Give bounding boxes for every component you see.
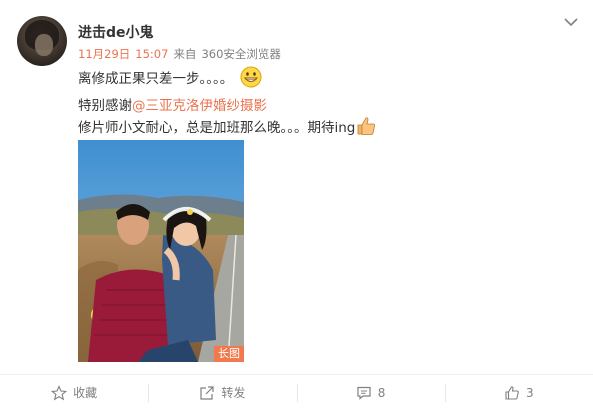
wedding-photo-image [78, 140, 244, 362]
thumbs-up-emoji-icon [357, 117, 376, 135]
comment-icon [357, 386, 371, 400]
post-date[interactable]: 11月29日 [78, 47, 130, 61]
post-text: 离修成正果只差一步。。。。 [78, 71, 234, 87]
weibo-post-card: 进击de小鬼 11月29日 15:07 来自 360安全浏览器 离修成正果只差一步。。… [0, 0, 593, 410]
comment-button[interactable]: 8 [296, 375, 445, 410]
post-text-line-2: 特别感谢@三亚克洛伊婚纱摄影 [78, 94, 267, 114]
post-text: 修片师小文耐心，总是加班那么晚。。。期待ing [78, 120, 356, 136]
repost-button[interactable]: 转发 [148, 375, 296, 410]
grin-emoji-icon [240, 66, 262, 88]
post-text: 特别感谢 [78, 98, 132, 114]
like-count: 3 [526, 385, 534, 400]
long-image-badge: 长图 [214, 346, 244, 362]
collect-label: 收藏 [73, 386, 98, 400]
repost-label: 转发 [221, 386, 246, 400]
post-time[interactable]: 15:07 [135, 47, 168, 61]
post-source: 360安全浏览器 [201, 47, 281, 61]
source-prefix: 来自 [173, 47, 197, 61]
collect-button[interactable]: 收藏 [0, 375, 148, 410]
chevron-down-icon[interactable] [562, 15, 580, 29]
repost-icon [200, 385, 214, 400]
username[interactable]: 进击de小鬼 [78, 22, 154, 42]
comment-count: 8 [377, 385, 386, 400]
post-text-line-1: 离修成正果只差一步。。。。 [78, 66, 262, 90]
post-photo[interactable]: 长图 [78, 140, 244, 362]
avatar[interactable] [17, 16, 67, 66]
post-meta: 11月29日 15:07 来自 360安全浏览器 [78, 46, 281, 62]
post-text-line-3: 修片师小文耐心，总是加班那么晚。。。期待ing [78, 116, 377, 139]
mention-link[interactable]: @三亚克洛伊婚纱摄影 [132, 98, 267, 114]
thumbs-up-icon [505, 385, 519, 400]
star-icon [51, 384, 68, 400]
action-bar: 收藏 转发 8 3 [0, 374, 593, 410]
like-button[interactable]: 3 [444, 375, 593, 410]
